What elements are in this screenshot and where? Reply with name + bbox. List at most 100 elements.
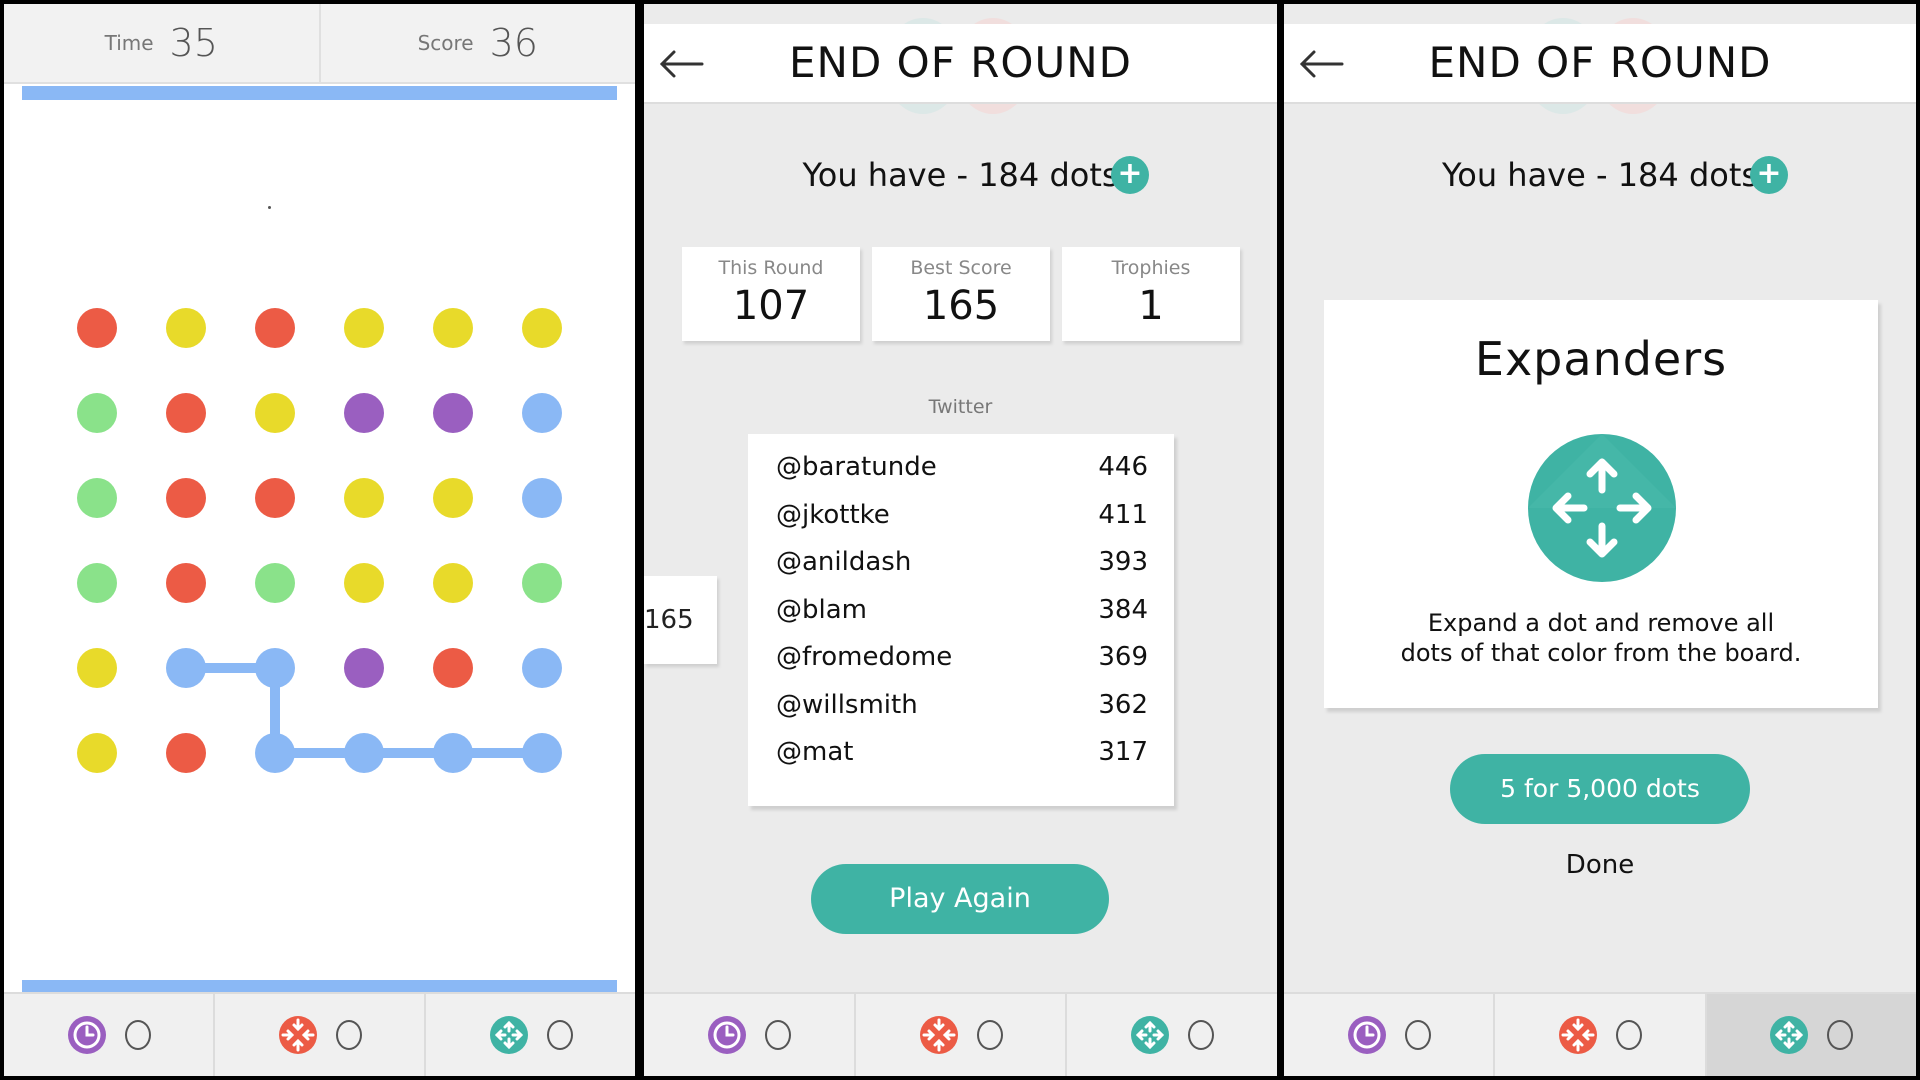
- powerup-count-shrinker: [335, 1020, 362, 1050]
- dot-green[interactable]: [77, 563, 117, 603]
- dot-purple[interactable]: [433, 393, 473, 433]
- powerup-count-expander: [1188, 1020, 1215, 1050]
- end-of-round-panel: END OF ROUND You have - 184 dots + This …: [644, 4, 1277, 1076]
- dot-yellow[interactable]: [433, 308, 473, 348]
- dot-red[interactable]: [166, 393, 206, 433]
- dot-yellow[interactable]: [344, 308, 384, 348]
- leaderboard-handle: @blam: [776, 594, 867, 625]
- dot-green[interactable]: [77, 393, 117, 433]
- powerup-time-stop[interactable]: [4, 994, 213, 1076]
- dot-red[interactable]: [255, 308, 295, 348]
- dot-blue[interactable]: [522, 648, 562, 688]
- dot-yellow[interactable]: [522, 308, 562, 348]
- page-title: END OF ROUND: [1428, 38, 1772, 87]
- powerup-expander[interactable]: [1065, 994, 1277, 1076]
- dot-blue[interactable]: [522, 733, 562, 773]
- leaderboard-handle: @mat: [776, 737, 854, 767]
- powerup-count-time-stop: [764, 1020, 791, 1050]
- dot-green[interactable]: [77, 478, 117, 518]
- clock-icon: [1347, 1016, 1386, 1054]
- buy-expanders-button[interactable]: 5 for 5,000 dots: [1450, 754, 1750, 824]
- dot-red[interactable]: [166, 478, 206, 518]
- dot-purple[interactable]: [344, 648, 384, 688]
- dot-red[interactable]: [166, 733, 206, 773]
- dot-yellow[interactable]: [255, 393, 295, 433]
- dot-green[interactable]: [255, 563, 295, 603]
- dot-red[interactable]: [166, 563, 206, 603]
- leaderboard-handle: @fromedome: [776, 642, 953, 672]
- dot-yellow[interactable]: [77, 648, 117, 688]
- stat-label: This Round: [718, 257, 824, 279]
- leaderboard-score: 384: [1098, 594, 1148, 625]
- stat-value: 165: [922, 283, 1000, 329]
- dot-yellow[interactable]: [166, 308, 206, 348]
- shrinker-icon: [1558, 1016, 1597, 1054]
- store-header: END OF ROUND: [1284, 24, 1916, 104]
- powerup-shrinker[interactable]: [213, 994, 424, 1076]
- leaderboard-row: @blam 384: [776, 595, 1148, 643]
- dot-yellow[interactable]: [344, 563, 384, 603]
- dot-blue[interactable]: [433, 733, 473, 773]
- powerup-time-stop[interactable]: [644, 994, 854, 1076]
- powerup-count-shrinker: [976, 1020, 1003, 1050]
- powerup-bar: [644, 992, 1277, 1076]
- leaderboard-row: @fromedome 369: [776, 642, 1148, 690]
- powerup-count-shrinker: [1615, 1020, 1642, 1050]
- dot-green[interactable]: [522, 563, 562, 603]
- shrinker-icon: [919, 1016, 958, 1054]
- stat-label: Best Score: [910, 257, 1012, 279]
- shrinker-icon: [278, 1016, 317, 1054]
- dot-yellow[interactable]: [433, 478, 473, 518]
- dot-red[interactable]: [433, 648, 473, 688]
- powerup-bar: [4, 992, 635, 1076]
- stats-row: This Round 107 Best Score 165 Trophies 1: [682, 247, 1240, 341]
- leaderboard[interactable]: @baratunde 446 @jkottke 411 @anildash 393 @…: [748, 434, 1174, 806]
- dot-yellow[interactable]: [433, 563, 473, 603]
- play-again-button[interactable]: Play Again: [811, 864, 1109, 934]
- leaderboard-handle: @willsmith: [776, 689, 918, 720]
- stat-label: Trophies: [1111, 257, 1191, 279]
- dot-yellow[interactable]: [344, 478, 384, 518]
- powerup-bar: [1284, 992, 1916, 1076]
- leaderboard-score: 393: [1098, 547, 1148, 577]
- leaderboard-handle: @baratunde: [776, 452, 937, 482]
- card-description-line: dots of that color from the board.: [1400, 639, 1802, 667]
- clock-icon: [67, 1016, 106, 1054]
- game-panel: Time 35 Score 36: [4, 4, 635, 1076]
- dot-blue[interactable]: [166, 648, 206, 688]
- powerup-shrinker[interactable]: [853, 994, 1066, 1076]
- done-button[interactable]: Done: [1284, 850, 1916, 880]
- powerup-expander[interactable]: [424, 994, 635, 1076]
- dot-red[interactable]: [77, 308, 117, 348]
- end-round-header: END OF ROUND: [644, 24, 1277, 104]
- powerup-time-stop[interactable]: [1284, 994, 1493, 1076]
- dot-yellow[interactable]: [77, 733, 117, 773]
- leaderboard-row: @anildash 393: [776, 547, 1148, 595]
- side-score-card[interactable]: 165: [644, 576, 717, 664]
- expander-icon: [489, 1016, 528, 1054]
- powerup-count-time-stop: [124, 1020, 151, 1050]
- expander-icon: [1528, 434, 1676, 582]
- powerup-expander[interactable]: [1704, 994, 1916, 1076]
- leaderboard-handle: @jkottke: [776, 499, 890, 530]
- dot-blue[interactable]: [522, 393, 562, 433]
- dot-red[interactable]: [255, 478, 295, 518]
- dot-board[interactable]: [4, 4, 635, 1076]
- add-dots-button[interactable]: +: [1111, 156, 1149, 194]
- powerup-shrinker[interactable]: [1493, 994, 1704, 1076]
- expander-icon: [1770, 1016, 1809, 1054]
- leaderboard-score: 317: [1098, 737, 1148, 767]
- powerup-count-time-stop: [1404, 1020, 1431, 1050]
- powerup-count-expander: [546, 1020, 573, 1050]
- add-dots-button[interactable]: +: [1750, 156, 1788, 194]
- dot-blue[interactable]: [522, 478, 562, 518]
- card-title: Expanders: [1474, 332, 1728, 386]
- dot-purple[interactable]: [344, 393, 384, 433]
- leaderboard-row: @jkottke 411: [776, 500, 1148, 548]
- dot-blue[interactable]: [344, 733, 384, 773]
- card-description: Expand a dot and remove all dots of that…: [1324, 608, 1878, 668]
- dot-blue[interactable]: [255, 648, 295, 688]
- dot-blue[interactable]: [255, 733, 295, 773]
- leaderboard-row: @willsmith 362: [776, 690, 1148, 738]
- leaderboard-handle: @anildash: [776, 547, 912, 577]
